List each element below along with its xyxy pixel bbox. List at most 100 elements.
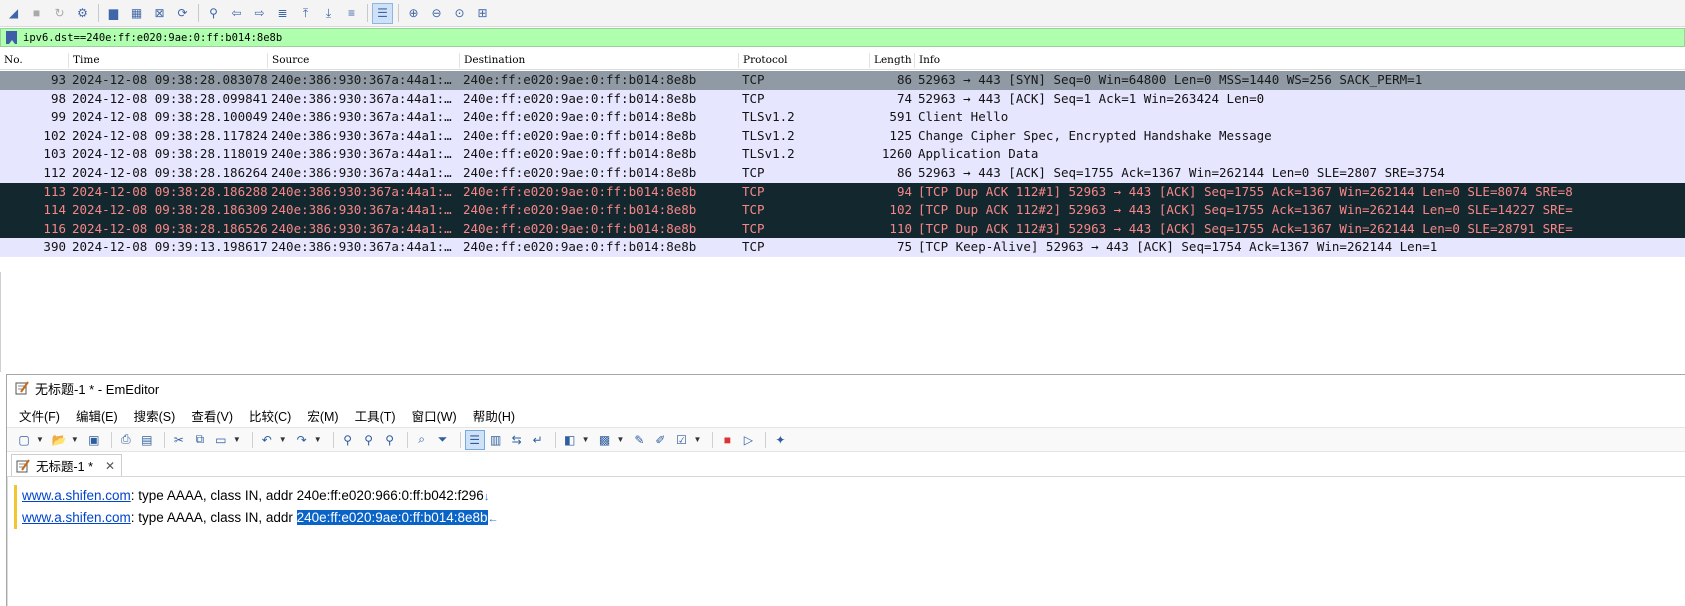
zoom-normal-icon[interactable]: ⊙ [450,4,469,23]
display-filter-input[interactable]: ipv6.dst==240e:ff:e020:9ae:0:ff:b014:8e8… [23,32,282,44]
col-header-time[interactable]: Time [69,53,268,68]
packet-row[interactable]: 103 2024-12-08 09:38:28.118019 240e:386:93… [0,145,1685,164]
col-header-protocol[interactable]: Protocol [739,53,870,68]
col-header-destination[interactable]: Destination [460,53,739,68]
zoom-in-icon[interactable]: ⊕ [404,4,423,23]
dropdown-arrow-icon[interactable]: ▼ [582,435,590,444]
stop-capture-icon[interactable]: ■ [27,4,46,23]
col-header-no[interactable]: No. [0,53,69,68]
checklist-icon[interactable]: ☑ [672,431,690,449]
redo-icon[interactable]: ↷ [293,431,311,449]
undo-icon[interactable]: ↶ [258,431,276,449]
menu-item[interactable]: 帮助(H) [473,406,515,425]
wrap-none-icon[interactable]: ☰ [464,429,485,450]
config-icon[interactable]: ▩ [596,431,614,449]
save-icon[interactable]: ▣ [85,431,103,449]
packet-row[interactable]: 116 2024-12-08 09:38:28.186526 240e:386:93… [0,219,1685,239]
paste-icon[interactable]: ▭ [212,431,230,449]
reload-file-icon[interactable]: ⟳ [173,4,192,23]
go-first-icon[interactable]: ⤒ [296,4,315,23]
go-last-icon[interactable]: ⤓ [319,4,338,23]
packet-row[interactable]: 113 2024-12-08 09:38:28.186288 240e:386:93… [0,182,1685,202]
packet-row[interactable]: 98 2024-12-08 09:38:28.099841 240e:386:930… [0,89,1685,109]
find-in-files-icon[interactable]: ⌕ [413,431,431,449]
dropdown-arrow-icon[interactable]: ▼ [314,435,322,444]
close-tab-icon[interactable]: ✕ [105,459,115,473]
capture-options-gear-icon[interactable]: ⚙ [73,4,92,23]
find-packet-icon[interactable]: ⚲ [204,4,223,23]
dropdown-arrow-icon[interactable]: ▼ [233,435,241,444]
col-header-length[interactable]: Length [870,53,915,68]
packet-row[interactable]: 93 2024-12-08 09:38:28.083078 240e:386:930… [0,71,1685,90]
find-prev-icon[interactable]: ⚲ [381,431,399,449]
editor-line[interactable]: www.a.shifen.com: type AAAA, class IN, a… [22,485,489,507]
find-next-icon[interactable]: ⚲ [360,431,378,449]
hostname-link[interactable]: www.a.shifen.com [22,488,131,503]
filter-icon[interactable]: ⏷ [434,431,452,449]
dropdown-arrow-icon[interactable]: ▼ [36,435,44,444]
packet-cell-src: 240e:386:930:367a:44a1:… [271,146,452,162]
editor-line[interactable]: www.a.shifen.com: type AAAA, class IN, a… [22,507,499,529]
cut-icon[interactable]: ✂ [170,431,188,449]
open-folder-icon[interactable]: 📂 [50,431,68,449]
packet-row[interactable]: 112 2024-12-08 09:38:28.186264 240e:386:93… [0,163,1685,183]
menu-item[interactable]: 文件(F) [19,406,60,425]
dropdown-arrow-icon[interactable]: ▼ [617,435,625,444]
macro-run-icon[interactable]: ✐ [651,431,669,449]
print-preview-icon[interactable]: ▤ [138,431,156,449]
packet-cell-no: 98 [50,90,66,106]
packet-cell-src: 240e:386:930:367a:44a1:… [271,127,452,143]
packet-row[interactable]: 102 2024-12-08 09:38:28.117824 240e:386:93… [0,126,1685,146]
menu-item[interactable]: 窗口(W) [412,406,457,425]
packet-cell-info: [TCP Keep-Alive] 52963 → 443 [ACK] Seq=1… [918,239,1438,255]
go-back-icon[interactable]: ⇦ [227,4,246,23]
bookmark-icon[interactable] [6,31,17,44]
record-macro-icon[interactable]: ■ [718,431,736,449]
col-header-source[interactable]: Source [268,53,460,68]
print-icon[interactable]: ⎙ [117,431,135,449]
display-filter-bar[interactable]: ipv6.dst==240e:ff:e020:9ae:0:ff:b014:8e8… [0,28,1685,47]
play-macro-icon[interactable]: ▷ [739,431,757,449]
wrap-window-icon[interactable]: ▥ [487,431,505,449]
menu-item[interactable]: 查看(V) [191,406,233,425]
packet-cell-time: 2024-12-08 09:38:28.186309 [72,202,268,218]
dropdown-arrow-icon[interactable]: ▼ [71,435,79,444]
plugin-icon[interactable]: ✦ [771,431,789,449]
shark-fin-start-icon[interactable]: ◢ [4,4,23,23]
notepad-icon [15,381,29,395]
packet-row[interactable]: 114 2024-12-08 09:38:28.186309 240e:386:93… [0,201,1685,220]
go-forward-icon[interactable]: ⇨ [250,4,269,23]
menu-item[interactable]: 宏(M) [307,406,338,425]
dropdown-arrow-icon[interactable]: ▼ [279,435,287,444]
save-file-icon[interactable]: ▦ [127,4,146,23]
packet-cell-proto: TLSv1.2 [742,146,795,162]
close-file-icon[interactable]: ⊠ [150,4,169,23]
menu-item[interactable]: 工具(T) [355,406,396,425]
open-file-icon[interactable]: ▆ [104,4,123,23]
resize-columns-icon[interactable]: ⊞ [473,4,492,23]
dropdown-arrow-icon[interactable]: ▼ [693,435,701,444]
macro-icon[interactable]: ✎ [630,431,648,449]
zoom-out-icon[interactable]: ⊖ [427,4,446,23]
copy-icon[interactable]: ⧉ [191,431,209,449]
new-file-icon[interactable]: ▢ [15,431,33,449]
colorize-icon[interactable]: ☰ [372,2,393,24]
autoscroll-icon[interactable]: ≡ [342,4,361,23]
toolbar-separator [110,431,112,448]
encoding-icon[interactable]: ◧ [561,431,579,449]
text-editor-area[interactable]: www.a.shifen.com: type AAAA, class IN, a… [7,477,1685,606]
col-header-info[interactable]: Info [915,53,1685,68]
packet-cell-time: 2024-12-08 09:38:28.100049 [72,109,268,125]
menu-item[interactable]: 搜索(S) [134,406,176,425]
menu-item[interactable]: 编辑(E) [76,406,118,425]
hostname-link[interactable]: www.a.shifen.com [22,510,131,525]
packet-row[interactable]: 99 2024-12-08 09:38:28.100049 240e:386:930… [0,108,1685,127]
find-icon[interactable]: ⚲ [339,431,357,449]
go-to-packet-icon[interactable]: ≣ [273,4,292,23]
packet-row[interactable]: 390 2024-12-08 09:39:13.198617 240e:386:93… [0,238,1685,257]
restart-capture-icon[interactable]: ↻ [50,4,69,23]
wrap-page-icon[interactable]: ⇆ [508,431,526,449]
document-tab[interactable]: 无标题-1 * ✕ [11,454,123,476]
wrap-icon[interactable]: ↵ [529,431,547,449]
menu-item[interactable]: 比较(C) [249,406,291,425]
